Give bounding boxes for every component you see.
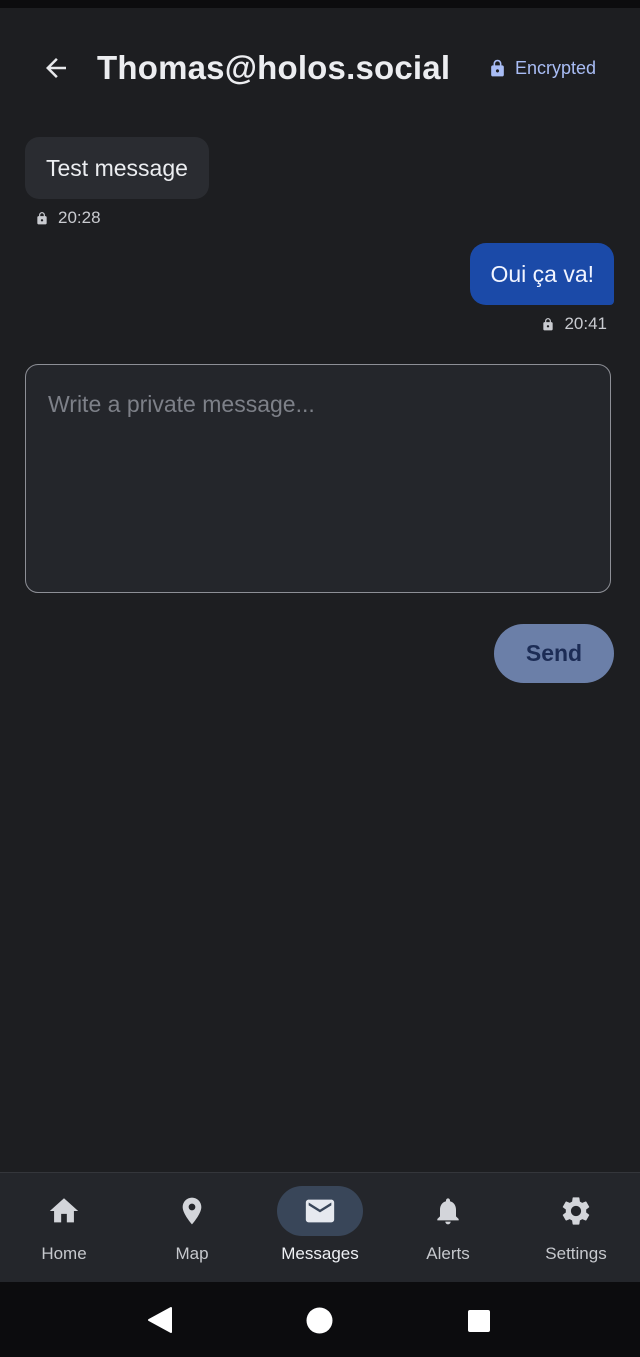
message-text: Oui ça va! bbox=[490, 260, 594, 287]
encryption-label: Encrypted bbox=[515, 57, 597, 78]
system-navigation-bar bbox=[0, 1282, 640, 1357]
back-button[interactable] bbox=[36, 48, 76, 88]
encryption-status: Encrypted bbox=[488, 56, 596, 80]
map-pin-icon bbox=[182, 1197, 202, 1225]
message-input[interactable] bbox=[26, 365, 610, 592]
nav-icon-container bbox=[405, 1186, 491, 1236]
message-bubble-outgoing: Oui ça va! bbox=[470, 243, 614, 305]
mail-icon bbox=[305, 1199, 335, 1223]
nav-label: Map bbox=[175, 1244, 209, 1263]
nav-item-map[interactable]: Map bbox=[128, 1173, 256, 1283]
system-recents-button[interactable] bbox=[467, 1309, 491, 1338]
nav-label: Messages bbox=[281, 1244, 359, 1263]
nav-item-alerts[interactable]: Alerts bbox=[384, 1173, 512, 1283]
home-icon bbox=[49, 1198, 79, 1223]
system-back-button[interactable] bbox=[147, 1306, 173, 1339]
conversation-title: Thomas@holos.social bbox=[97, 49, 451, 86]
bell-icon bbox=[437, 1198, 459, 1225]
arrow-left-icon bbox=[46, 58, 66, 78]
nav-icon-container bbox=[21, 1186, 107, 1236]
nav-label: Alerts bbox=[426, 1244, 470, 1263]
conversation-header: Thomas@holos.social Encrypted bbox=[0, 8, 640, 128]
send-button[interactable]: Send bbox=[494, 624, 614, 683]
bottom-navigation: Home Map Messages Alerts Settings bbox=[0, 1172, 640, 1283]
square-recents-icon bbox=[468, 1310, 490, 1332]
message-bubble-incoming: Test message bbox=[25, 137, 209, 199]
nav-icon-container bbox=[277, 1186, 363, 1236]
status-bar bbox=[0, 0, 640, 8]
gear-icon bbox=[562, 1197, 590, 1225]
system-home-button[interactable] bbox=[306, 1307, 333, 1339]
message-composer bbox=[25, 364, 611, 593]
message-time: 20:28 bbox=[58, 208, 101, 227]
nav-item-home[interactable]: Home bbox=[0, 1173, 128, 1283]
message-time: 20:41 bbox=[564, 314, 607, 333]
nav-item-settings[interactable]: Settings bbox=[512, 1173, 640, 1283]
triangle-back-icon bbox=[148, 1307, 172, 1333]
circle-home-icon bbox=[306, 1307, 333, 1334]
nav-item-messages[interactable]: Messages bbox=[256, 1173, 384, 1283]
nav-icon-container bbox=[533, 1186, 619, 1236]
lock-icon bbox=[491, 59, 504, 76]
lock-icon bbox=[543, 317, 554, 330]
message-meta: 20:41 bbox=[541, 313, 607, 335]
message-text: Test message bbox=[46, 154, 188, 181]
nav-icon-container bbox=[149, 1186, 235, 1236]
nav-label: Home bbox=[41, 1244, 87, 1263]
message-meta: 20:28 bbox=[35, 207, 101, 229]
nav-label: Settings bbox=[545, 1244, 607, 1263]
lock-icon bbox=[37, 211, 47, 224]
